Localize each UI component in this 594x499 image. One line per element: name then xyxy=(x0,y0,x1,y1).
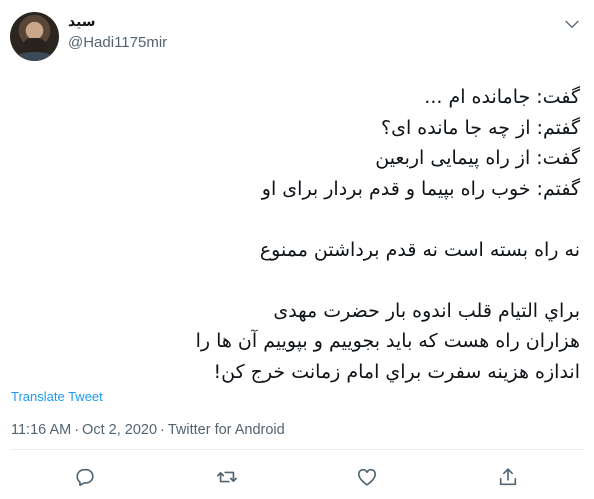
share-icon xyxy=(497,466,519,488)
tweet-text: گفت: جامانده ام ... گفتم: از چه جا مانده… xyxy=(20,82,580,387)
meta-separator: · xyxy=(74,422,80,438)
tweet-line: گفت: جامانده ام ... xyxy=(424,86,580,108)
avatar-shirt xyxy=(14,52,55,61)
tweet-line: نه راه بسته است نه قدم برداشتن ممنوع xyxy=(259,238,580,261)
like-button[interactable] xyxy=(356,466,378,488)
tweet-card: سید @Hadi1175mir گفت: جامانده ام ... گفت… xyxy=(0,0,594,499)
like-icon xyxy=(356,466,378,488)
tweet-source[interactable]: Twitter for Android xyxy=(168,422,285,438)
reply-button[interactable] xyxy=(74,466,96,488)
retweet-icon xyxy=(216,466,238,488)
reply-icon xyxy=(74,466,96,488)
tweet-line: اندازه هزینه سفرت براي امام زمانت خرج کن… xyxy=(213,360,580,383)
tweet-time[interactable]: 11:16 AM xyxy=(11,422,71,438)
tweet-line: گفت: از راه پیمایی اربعین xyxy=(375,147,580,169)
tweet-line: هزاران راه هست که باید بجوییم و بپوییم آ… xyxy=(195,330,580,352)
tweet-line: گفتم: خوب راه بپیما و قدم بردار برای او xyxy=(261,177,580,200)
tweet-line: براي التيام قلب اندوه بار حضرت مهدی xyxy=(273,299,580,322)
retweet-button[interactable] xyxy=(216,466,238,488)
translate-tweet-link[interactable]: Translate Tweet xyxy=(11,389,103,404)
tweet-date[interactable]: Oct 2, 2020 xyxy=(82,422,157,438)
divider xyxy=(11,449,583,450)
share-button[interactable] xyxy=(497,466,519,488)
meta-separator: · xyxy=(160,422,165,438)
author-display-name[interactable]: سید xyxy=(68,14,96,30)
author-handle[interactable]: @Hadi1175mir xyxy=(68,34,167,51)
tweet-metadata: 11:16 AM · Oct 2, 2020 · Twitter for Android xyxy=(11,422,285,438)
chevron-down-icon[interactable] xyxy=(564,16,580,32)
avatar[interactable] xyxy=(10,12,59,61)
tweet-line: گفتم: از چه جا مانده ای؟ xyxy=(381,116,580,139)
